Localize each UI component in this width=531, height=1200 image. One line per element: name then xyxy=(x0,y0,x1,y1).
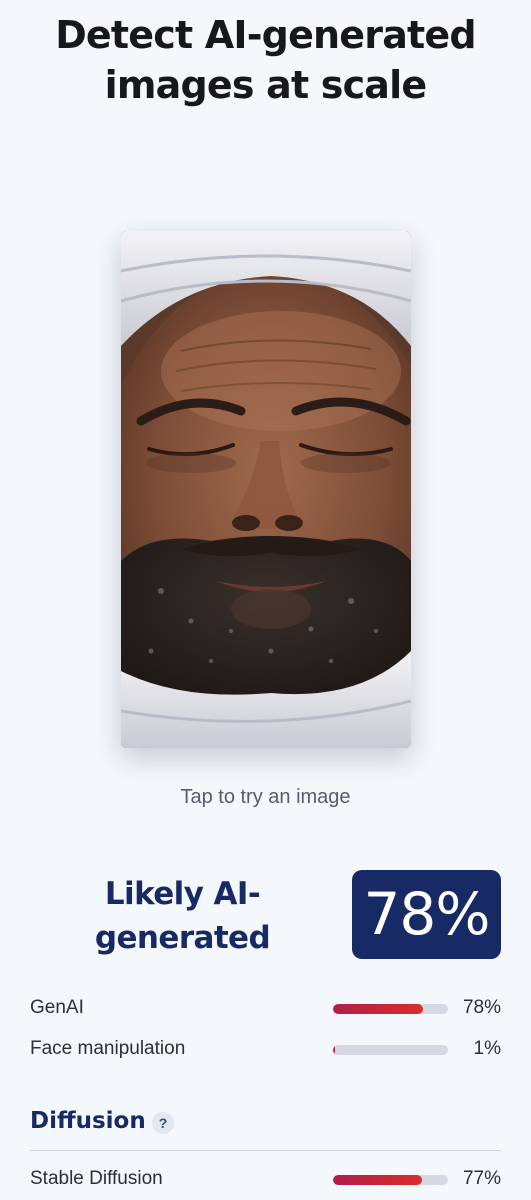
metric-bar xyxy=(333,1004,448,1014)
metric-bar xyxy=(333,1045,448,1055)
metric-label: Stable Diffusion xyxy=(30,1168,163,1189)
section-divider xyxy=(30,1150,501,1151)
metric-value: 1% xyxy=(473,1038,501,1059)
metric-row-face-manipulation: Face manipulation 1% xyxy=(30,1035,501,1065)
metric-value: 78% xyxy=(462,997,501,1018)
metric-row-genai: GenAI 78% xyxy=(30,994,501,1024)
metric-bar-fill xyxy=(333,1175,422,1185)
metric-bar xyxy=(333,1175,448,1185)
sample-image-card[interactable] xyxy=(121,231,411,748)
metric-value: 77% xyxy=(462,1168,501,1189)
sample-face-image xyxy=(121,231,411,748)
headline-line-1: Detect AI-generated xyxy=(55,13,476,57)
metric-bar-fill xyxy=(333,1004,423,1014)
page-headline: Detect AI-generated images at scale xyxy=(0,10,531,110)
verdict-line-1: Likely AI- xyxy=(104,876,261,912)
metric-row-stable-diffusion: Stable Diffusion 77% xyxy=(30,1165,501,1195)
tap-to-try-hint[interactable]: Tap to try an image xyxy=(0,786,531,809)
score-badge: 78% xyxy=(352,870,501,959)
diffusion-section-title: Diffusion xyxy=(30,1108,146,1134)
verdict-label: Likely AI- generated xyxy=(30,872,335,960)
metric-label: GenAI xyxy=(30,997,84,1018)
metric-bar-fill xyxy=(333,1045,336,1055)
help-icon[interactable]: ? xyxy=(152,1112,174,1134)
verdict-line-2: generated xyxy=(94,920,271,956)
metric-label: Face manipulation xyxy=(30,1038,186,1059)
headline-line-2: images at scale xyxy=(104,63,428,107)
